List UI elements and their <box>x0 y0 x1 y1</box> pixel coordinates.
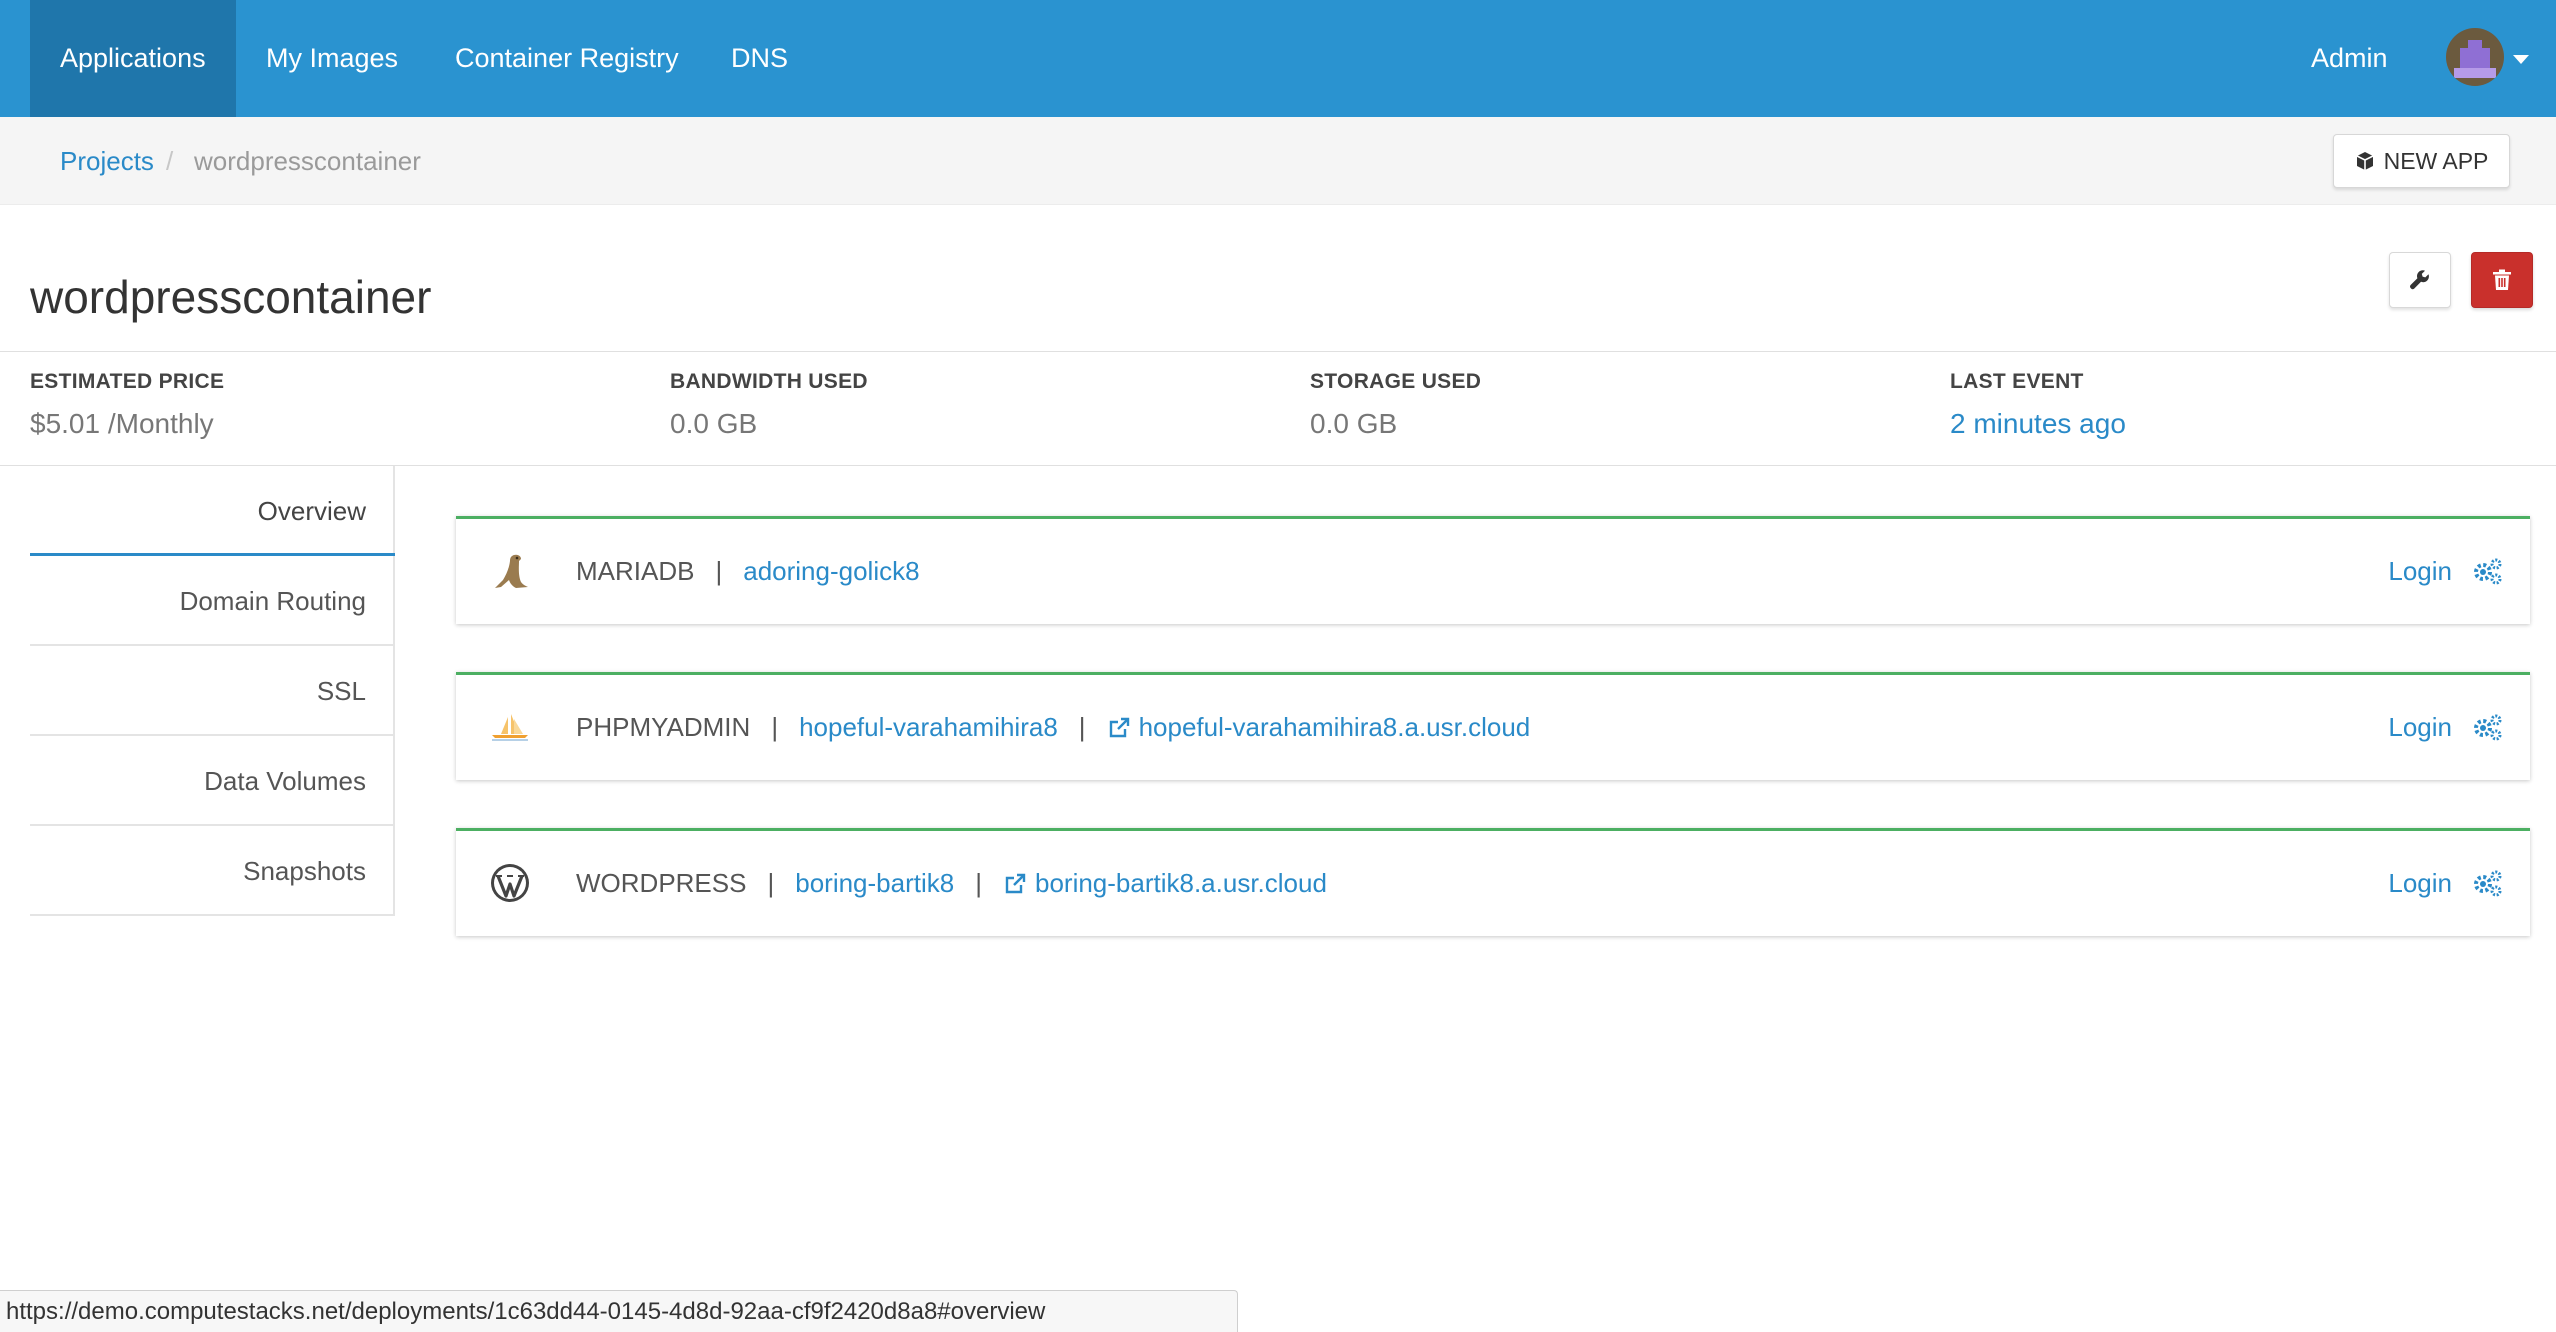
sailboat-icon <box>492 714 528 741</box>
trash-icon <box>2493 269 2511 290</box>
avatar[interactable] <box>2446 28 2504 86</box>
domain-link[interactable]: boring-bartik8.a.usr.cloud <box>1035 868 1327 899</box>
stat-last-event: LAST EVENT 2 minutes ago <box>1950 370 2126 440</box>
page-title: wordpresscontainer <box>30 271 432 323</box>
nav-dns[interactable]: DNS <box>701 0 818 117</box>
side-menu: Overview Domain Routing SSL Data Volumes… <box>30 466 395 916</box>
stat-value: $5.01 /Monthly <box>30 408 214 439</box>
domain-link[interactable]: hopeful-varahamihira8.a.usr.cloud <box>1139 712 1531 743</box>
container-link[interactable]: boring-bartik8 <box>795 868 954 899</box>
new-app-label: NEW APP <box>2383 147 2489 174</box>
separator: | <box>1078 712 1086 742</box>
nav-my-images[interactable]: My Images <box>236 0 428 117</box>
wordpress-icon <box>491 864 529 902</box>
nav-applications[interactable]: Applications <box>30 0 236 117</box>
status-bar-url: https://demo.computestacks.net/deploymen… <box>0 1290 1238 1332</box>
external-link-icon <box>1109 717 1129 737</box>
stat-storage-used: STORAGE USED 0.0 GB <box>1310 370 1481 440</box>
last-event-link[interactable]: 2 minutes ago <box>1950 408 2126 440</box>
tab-data-volumes[interactable]: Data Volumes <box>30 736 395 826</box>
breadcrumb-current: wordpresscontainer <box>194 146 421 176</box>
tab-overview[interactable]: Overview <box>30 466 395 556</box>
top-navbar: Applications My Images Container Registr… <box>0 0 2556 117</box>
login-link[interactable]: Login <box>2388 675 2452 780</box>
stat-label: LAST EVENT <box>1950 370 2084 393</box>
service-card-wordpress: WORDPRESS | boring-bartik8 | boring-bart… <box>456 828 2530 936</box>
breadcrumb: Projects / wordpresscontainer NEW APP <box>0 117 2556 205</box>
breadcrumb-separator: / <box>166 146 174 176</box>
tab-domain-routing[interactable]: Domain Routing <box>30 556 395 646</box>
separator: | <box>975 868 982 898</box>
stat-value: 0.0 GB <box>670 408 758 439</box>
service-card-mariadb: MARIADB | adoring-golick8 Login <box>456 516 2530 624</box>
cogs-icon[interactable] <box>2472 557 2502 585</box>
service-name: MARIADB <box>576 556 695 586</box>
stat-label: BANDWIDTH USED <box>670 370 868 393</box>
separator: | <box>715 556 723 586</box>
admin-link[interactable]: Admin <box>2311 0 2388 117</box>
container-link[interactable]: adoring-golick8 <box>743 556 919 587</box>
separator: | <box>767 868 775 898</box>
stat-label: STORAGE USED <box>1310 370 1482 393</box>
breadcrumb-projects-link[interactable]: Projects <box>60 117 154 205</box>
separator: | <box>771 712 779 742</box>
divider <box>0 351 2556 352</box>
chevron-down-icon[interactable] <box>2513 55 2529 64</box>
stat-value: 0.0 GB <box>1310 408 1398 439</box>
nav-container-registry[interactable]: Container Registry <box>425 0 709 117</box>
cogs-icon[interactable] <box>2472 869 2502 897</box>
login-link[interactable]: Login <box>2388 519 2452 624</box>
wrench-icon <box>2410 270 2429 290</box>
cube-icon <box>2356 152 2373 170</box>
sea-lion-icon <box>495 554 528 588</box>
cogs-icon[interactable] <box>2472 713 2502 741</box>
service-name: WORDPRESS <box>576 868 747 898</box>
login-link[interactable]: Login <box>2388 831 2452 936</box>
new-app-button[interactable]: NEW APP <box>2333 134 2510 188</box>
tab-snapshots[interactable]: Snapshots <box>30 826 395 916</box>
settings-button[interactable] <box>2389 252 2451 308</box>
container-link[interactable]: hopeful-varahamihira8 <box>799 712 1058 743</box>
service-name: PHPMYADMIN <box>576 712 751 742</box>
tab-ssl[interactable]: SSL <box>30 646 395 736</box>
external-link-icon <box>1005 873 1026 893</box>
service-card-phpmyadmin: PHPMYADMIN | hopeful-varahamihira8 | hop… <box>456 672 2530 780</box>
stat-bandwidth-used: BANDWIDTH USED 0.0 GB <box>670 370 868 440</box>
stat-estimated-price: ESTIMATED PRICE $5.01 /Monthly <box>30 370 224 440</box>
stat-label: ESTIMATED PRICE <box>30 370 225 393</box>
delete-button[interactable] <box>2471 252 2533 308</box>
